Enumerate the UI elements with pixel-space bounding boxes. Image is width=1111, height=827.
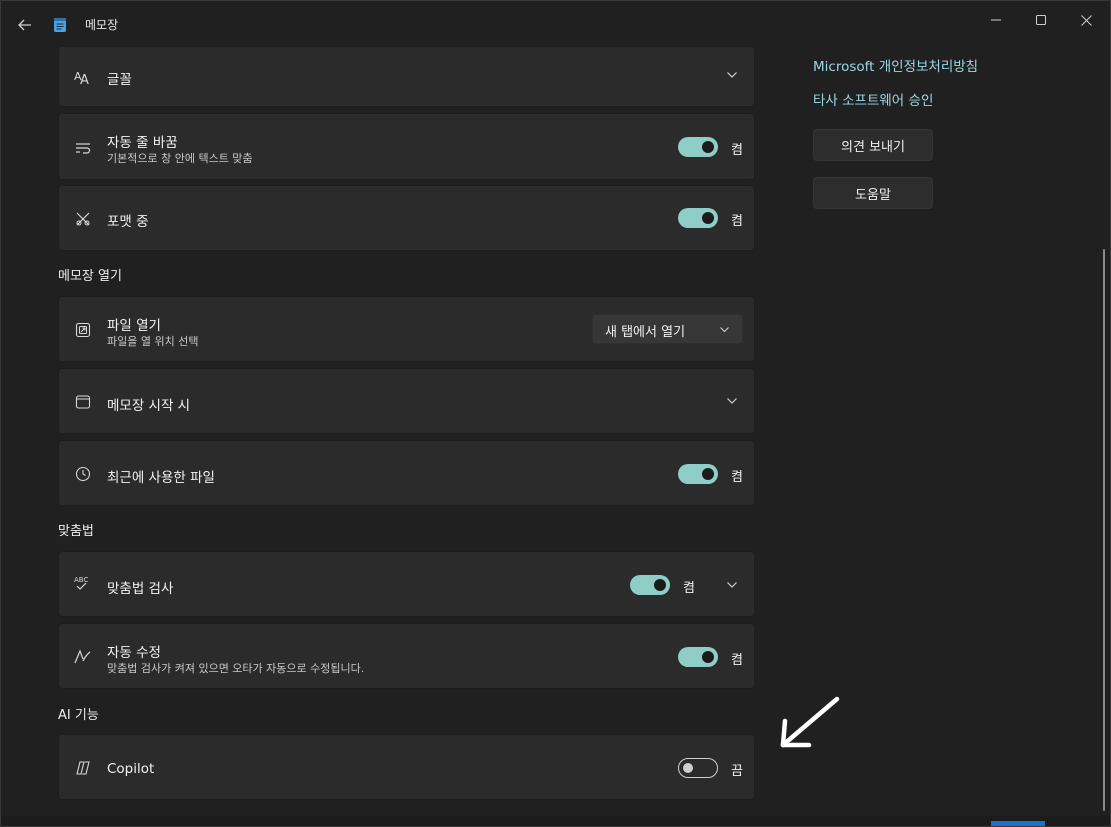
title-bar: 메모장 xyxy=(1,1,1110,47)
open-file-dropdown-value: 새 탭에서 열기 xyxy=(605,325,686,340)
copilot-title: Copilot xyxy=(107,761,155,777)
privacy-policy-link[interactable]: Microsoft 개인정보처리방침 xyxy=(813,55,978,75)
autocorrect-desc: 맞춤법 검사가 켜져 있으면 오타가 자동으로 수정됩니다. xyxy=(107,662,365,675)
svg-text:ABC: ABC xyxy=(74,576,88,584)
app-title: 메모장 xyxy=(85,18,119,32)
recent-files-state: 켬 xyxy=(731,470,743,485)
notepad-settings-window: 메모장 A A 글꼴 자동 줄 바꿈 기본적으로 창 안에 텍스트 맞춤 켬 포… xyxy=(0,0,1111,827)
spellcheck-setting-card[interactable]: ABC 맞춤법 검사 켬 xyxy=(58,551,755,617)
chevron-down-icon[interactable] xyxy=(725,68,739,82)
word-wrap-state: 켬 xyxy=(731,143,743,158)
window-icon xyxy=(74,393,92,411)
autocorrect-toggle[interactable] xyxy=(678,647,718,667)
open-file-icon xyxy=(74,321,92,339)
font-icon: A A xyxy=(74,68,92,86)
back-arrow-icon[interactable] xyxy=(15,15,35,35)
minimize-icon[interactable] xyxy=(981,9,1011,31)
font-title: 글꼴 xyxy=(107,72,132,88)
open-file-setting-card: 파일 열기 파일을 열 위치 선택 새 탭에서 열기 xyxy=(58,296,755,362)
format-icon xyxy=(74,210,92,228)
copilot-state: 끔 xyxy=(731,764,743,779)
word-wrap-desc: 기본적으로 창 안에 텍스트 맞춤 xyxy=(107,152,253,165)
spellcheck-title: 맞춤법 검사 xyxy=(107,581,174,597)
open-file-title: 파일 열기 xyxy=(107,318,161,334)
formatting-state: 켬 xyxy=(731,214,743,229)
bottom-strip xyxy=(1,816,1110,826)
autocorrect-state: 켬 xyxy=(731,653,743,668)
section-spelling-label: 맞춤법 xyxy=(58,524,94,539)
open-file-desc: 파일을 열 위치 선택 xyxy=(107,335,199,348)
word-wrap-setting-card: 자동 줄 바꿈 기본적으로 창 안에 텍스트 맞춤 켬 xyxy=(58,113,755,180)
copilot-setting-card: Copilot 끔 xyxy=(58,734,755,800)
copilot-icon xyxy=(74,759,92,777)
word-wrap-title: 자동 줄 바꿈 xyxy=(107,135,178,151)
section-open-label: 메모장 열기 xyxy=(58,269,122,284)
spellcheck-toggle[interactable] xyxy=(630,575,670,595)
scrollbar[interactable] xyxy=(1103,249,1105,811)
open-file-dropdown[interactable]: 새 탭에서 열기 xyxy=(592,314,743,344)
recent-files-title: 최근에 사용한 파일 xyxy=(107,470,215,486)
startup-setting-card[interactable]: 메모장 시작 시 xyxy=(58,368,755,434)
autocorrect-setting-card: 자동 수정 맞춤법 검사가 켜져 있으면 오타가 자동으로 수정됩니다. 켬 xyxy=(58,623,755,689)
word-wrap-toggle[interactable] xyxy=(678,137,718,157)
spellcheck-state: 켬 xyxy=(683,581,695,596)
clock-icon xyxy=(74,465,92,483)
close-icon[interactable] xyxy=(1071,9,1101,31)
font-setting-card[interactable]: A A 글꼴 xyxy=(58,46,755,107)
autocorrect-icon xyxy=(74,648,92,666)
copilot-toggle[interactable] xyxy=(678,758,718,778)
formatting-title: 포맷 중 xyxy=(107,214,149,230)
startup-title: 메모장 시작 시 xyxy=(107,398,191,414)
recent-files-setting-card: 최근에 사용한 파일 켬 xyxy=(58,440,755,506)
svg-text:A: A xyxy=(80,73,89,85)
spellcheck-icon: ABC xyxy=(74,574,92,592)
chevron-down-icon xyxy=(718,323,730,335)
bottom-accent xyxy=(991,821,1045,826)
section-ai-label: AI 기능 xyxy=(58,708,99,723)
formatting-toggle[interactable] xyxy=(678,208,718,228)
formatting-setting-card: 포맷 중 켬 xyxy=(58,185,755,251)
notepad-icon xyxy=(53,17,67,33)
third-party-link[interactable]: 타사 소프트웨어 승인 xyxy=(813,89,933,109)
chevron-down-icon[interactable] xyxy=(725,394,739,408)
recent-files-toggle[interactable] xyxy=(678,464,718,484)
feedback-button[interactable]: 의견 보내기 xyxy=(813,129,933,161)
wrap-icon xyxy=(74,139,92,157)
autocorrect-title: 자동 수정 xyxy=(107,645,161,661)
maximize-icon[interactable] xyxy=(1026,9,1056,31)
help-button[interactable]: 도움말 xyxy=(813,177,933,209)
annotation-arrow-icon xyxy=(780,696,840,748)
chevron-down-icon[interactable] xyxy=(725,578,739,592)
